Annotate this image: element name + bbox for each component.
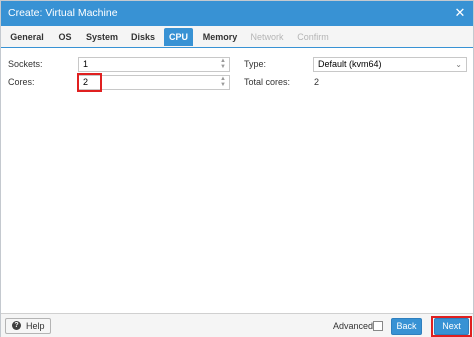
dialog-titlebar: Create: Virtual Machine ✕ — [1, 1, 473, 26]
cpu-panel: Sockets: 1 ▲ ▼ Cores: 2 ▲ ▼ Type: Default … — [1, 49, 473, 311]
total-cores-label: Total cores: — [244, 77, 291, 87]
spinner-icon[interactable]: ▲ ▼ — [219, 58, 227, 71]
tab-os[interactable]: OS — [54, 28, 76, 46]
tab-cpu[interactable]: CPU — [164, 28, 193, 46]
advanced-checkbox[interactable] — [373, 321, 383, 331]
close-icon[interactable]: ✕ — [452, 5, 468, 21]
advanced-label: Advanced — [333, 321, 374, 331]
cores-label: Cores: — [8, 77, 35, 87]
help-icon: ? — [12, 321, 21, 330]
dialog-footer: ? Help Advanced Back Next — [1, 313, 473, 337]
tab-network: Network — [250, 32, 284, 42]
tab-memory[interactable]: Memory — [200, 28, 240, 46]
tab-confirm: Confirm — [297, 32, 329, 42]
type-label: Type: — [244, 59, 267, 69]
create-vm-dialog: Create: Virtual Machine ✕ General OS Sys… — [0, 0, 474, 337]
wizard-tab-bar: General OS System Disks CPU Memory Netwo… — [1, 26, 473, 48]
back-button[interactable]: Back — [391, 318, 422, 335]
help-button[interactable]: ? Help — [5, 318, 51, 334]
help-button-label: Help — [26, 321, 45, 331]
tab-general[interactable]: General — [7, 28, 47, 46]
tab-disks[interactable]: Disks — [128, 28, 158, 46]
cores-input-highlight — [77, 73, 102, 92]
chevron-down-icon[interactable]: ⌄ — [455, 58, 462, 71]
sockets-value: 1 — [83, 59, 89, 69]
sockets-label: Sockets: — [8, 59, 43, 69]
tab-system[interactable]: System — [84, 28, 120, 46]
next-button-highlight — [431, 316, 472, 337]
sockets-input[interactable]: 1 ▲ ▼ — [78, 57, 230, 72]
spinner-icon[interactable]: ▲ ▼ — [219, 76, 227, 89]
type-select[interactable]: Default (kvm64) ⌄ — [313, 57, 467, 72]
type-value: Default (kvm64) — [318, 59, 382, 69]
total-cores-value: 2 — [314, 77, 320, 87]
dialog-title: Create: Virtual Machine — [8, 7, 118, 19]
